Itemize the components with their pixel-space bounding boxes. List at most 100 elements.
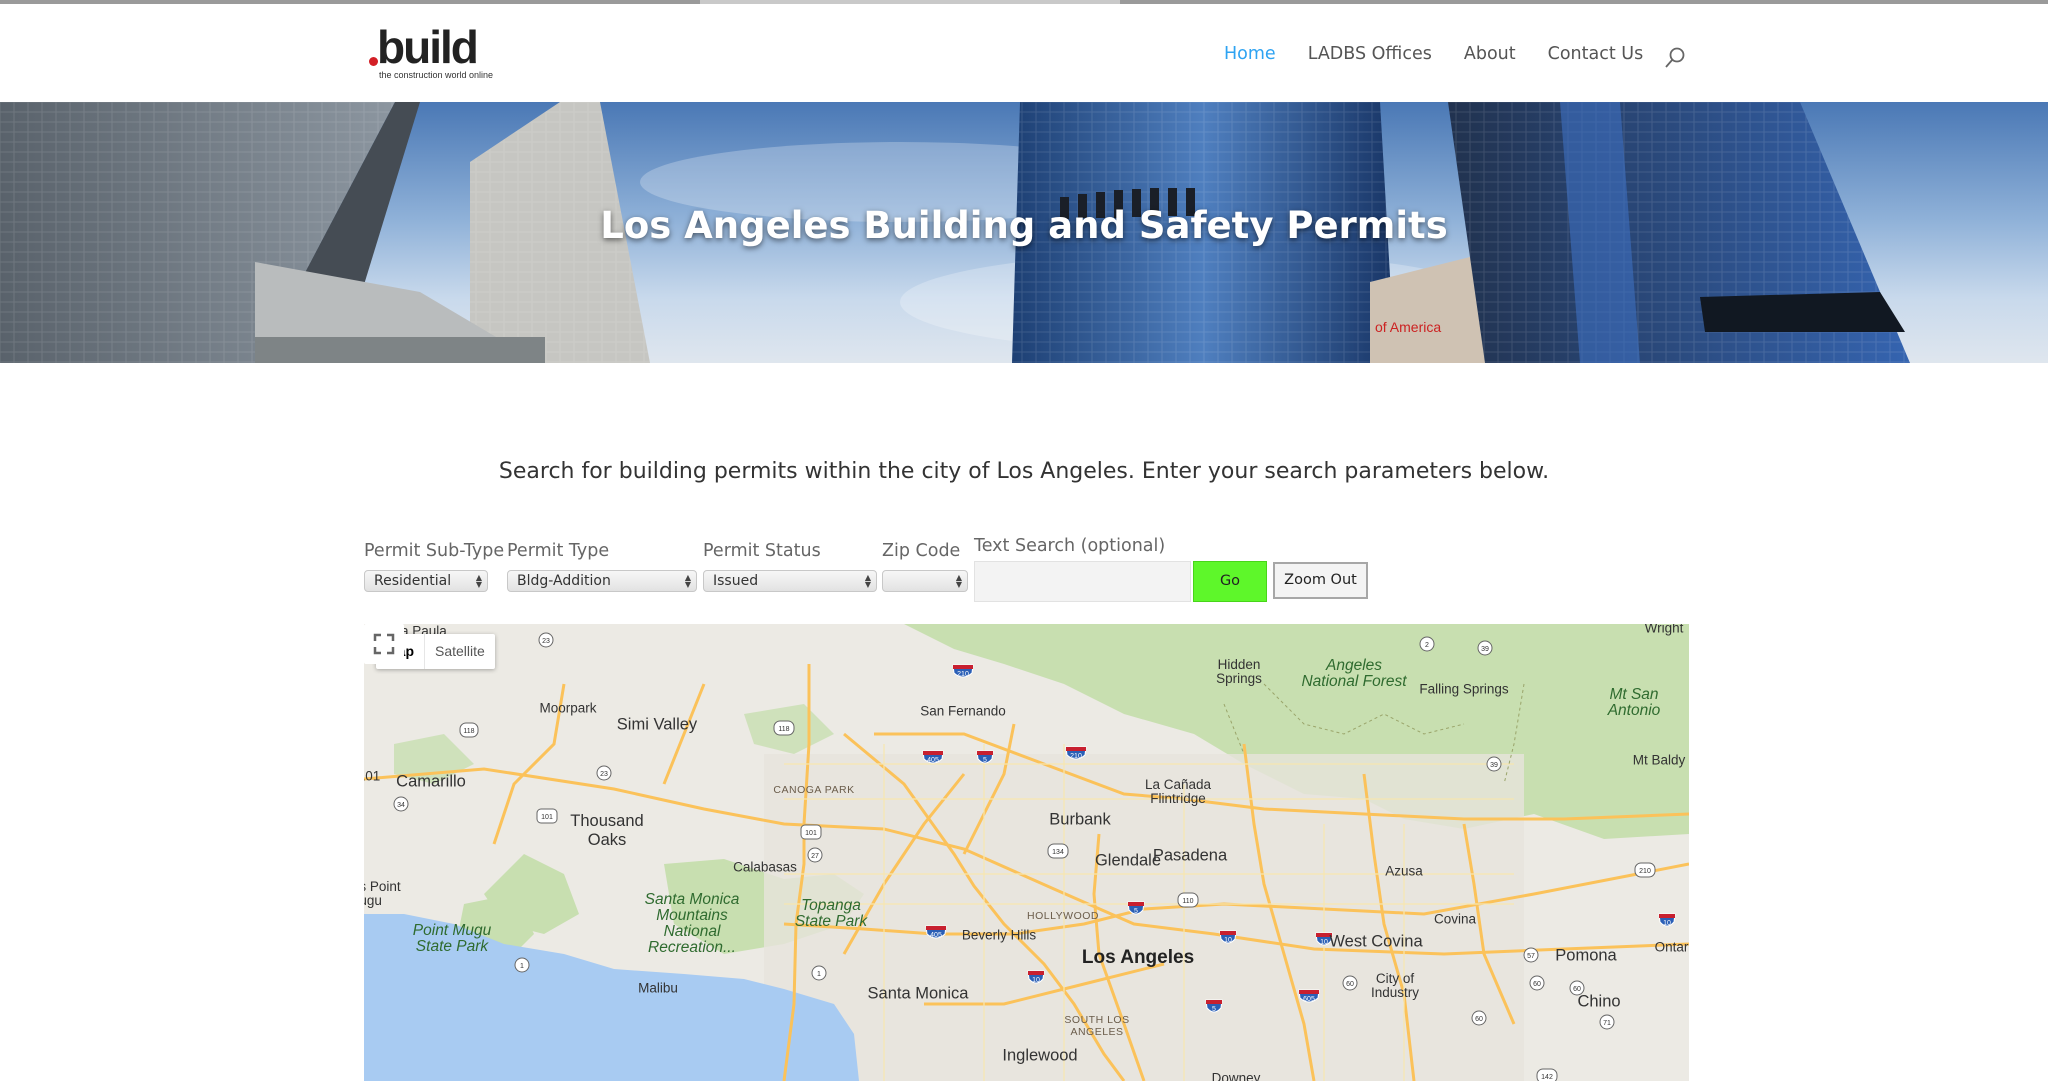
map-label-topanga: Topanga State Park (794, 897, 868, 930)
interstate-shield-icon: 10 (1027, 970, 1045, 984)
svg-text:110: 110 (1182, 898, 1193, 905)
svg-text:5: 5 (983, 757, 987, 764)
map-label-city-of-industry: City of Industry (1370, 971, 1420, 1000)
nav-contact-us[interactable]: Contact Us (1548, 44, 1644, 64)
map-label-chino: Chino (1577, 992, 1621, 1011)
highway-shield-icon: 134 (1047, 843, 1069, 859)
svg-text:39: 39 (1490, 762, 1498, 769)
nav-about[interactable]: About (1464, 44, 1516, 64)
svg-text:23: 23 (542, 638, 550, 645)
svg-text:405: 405 (930, 932, 942, 939)
svg-text:60: 60 (1533, 981, 1541, 988)
map-label-burbank: Burbank (1049, 810, 1111, 829)
highway-shield-icon: 60 (1342, 975, 1358, 991)
map-label-mt-san-antonio: Mt San Antonio (1607, 686, 1661, 719)
logo-tagline: the construction world online (379, 70, 494, 80)
svg-text:118: 118 (778, 726, 789, 733)
map-label-point-mugu: s Point ugu (364, 879, 401, 908)
building-sign: of America (1375, 319, 1441, 335)
svg-text:101: 101 (541, 814, 553, 821)
main-nav: Home LADBS Offices About Contact Us (1224, 44, 1643, 64)
svg-text:34: 34 (397, 802, 405, 809)
permit-status-value: Issued (713, 573, 759, 589)
map-label-simi-valley: Simi Valley (616, 715, 698, 734)
site-logo[interactable]: build the construction world online (367, 21, 507, 84)
permit-type-select[interactable]: Bldg-Addition ▲ ▼ (507, 570, 697, 592)
svg-text:5: 5 (1212, 1006, 1216, 1013)
permit-subtype-value: Residential (374, 573, 452, 589)
map-label-falling-springs: Falling Springs (1419, 681, 1509, 697)
interstate-shield-icon: 10 (1219, 930, 1237, 944)
svg-text:10: 10 (1224, 937, 1232, 944)
select-arrows-icon: ▲ ▼ (864, 573, 871, 589)
highway-shield-icon: 2 (1419, 636, 1435, 652)
svg-text:134: 134 (1052, 849, 1064, 856)
interstate-shield-icon: 210 (1065, 746, 1087, 760)
highway-shield-icon: 71 (1599, 1014, 1615, 1030)
map-label-la-canada: La Cañada Flintridge (1144, 777, 1212, 806)
map-label-inglewood: Inglewood (1002, 1046, 1078, 1065)
interstate-shield-icon: 5 (1127, 901, 1145, 915)
map-label-covina: Covina (1433, 911, 1477, 927)
svg-text:118: 118 (463, 728, 474, 735)
highway-shield-icon: 1 (811, 965, 827, 981)
map-label-angeles-forest: Angeles National Forest (1301, 657, 1407, 690)
map-label-smm-recreation: Santa Monica Mountains National Recreati… (644, 891, 740, 956)
hero-banner: of America Los Angeles Building and Safe… (0, 102, 2048, 363)
svg-text:71: 71 (1603, 1020, 1611, 1027)
svg-text:23: 23 (600, 771, 608, 778)
logo-word: build (377, 21, 479, 73)
map-label-hidden-springs: Hidden Springs (1216, 657, 1262, 686)
select-arrows-icon: ▲ ▼ (475, 573, 482, 589)
go-button[interactable]: Go (1193, 561, 1267, 602)
map-label-glendale: Glendale (1094, 851, 1162, 870)
zip-code-select[interactable]: ▲ ▼ (882, 570, 968, 592)
site-header: build the construction world online Home… (0, 4, 2048, 103)
svg-text:101: 101 (805, 830, 817, 837)
highway-shield-icon: 210 (1634, 862, 1656, 878)
permit-map[interactable]: 23 118 23 34 101 101 27 1 1 210 405 5 21… (364, 624, 1689, 1081)
map-type-satellite-button[interactable]: Satellite (425, 634, 495, 669)
text-search-label: Text Search (optional) (974, 536, 1166, 556)
map-label-san-fernando: San Fernando (920, 703, 1006, 719)
highway-shield-icon: 101 (800, 824, 822, 840)
map-label-canoga-park: CANOGA PARK (773, 784, 855, 796)
page-title: Los Angeles Building and Safety Permits (600, 204, 1448, 247)
permit-type-value: Bldg-Addition (517, 573, 611, 589)
svg-text:1: 1 (817, 971, 821, 978)
svg-text:60: 60 (1346, 981, 1354, 988)
svg-text:405: 405 (927, 757, 939, 764)
map-label-calabasas: Calabasas (733, 859, 797, 875)
permit-status-select[interactable]: Issued ▲ ▼ (703, 570, 877, 592)
nav-ladbs-offices[interactable]: LADBS Offices (1308, 44, 1432, 64)
map-label-los-angeles: Los Angeles (1081, 947, 1195, 968)
svg-text:27: 27 (811, 853, 819, 860)
nav-home[interactable]: Home (1224, 44, 1276, 64)
map-label-malibu: Malibu (638, 980, 678, 996)
permit-type-label: Permit Type (507, 541, 610, 561)
svg-text:10: 10 (1320, 939, 1328, 946)
permit-status-label: Permit Status (703, 541, 821, 561)
svg-text:60: 60 (1475, 1016, 1483, 1023)
interstate-shield-icon: 405 (925, 925, 947, 939)
svg-text:10: 10 (1032, 977, 1040, 984)
zoom-out-button[interactable]: Zoom Out (1273, 562, 1368, 599)
highway-shield-icon: 57 (1523, 947, 1539, 963)
map-label-moorpark: Moorpark (539, 700, 597, 716)
svg-text:57: 57 (1527, 953, 1535, 960)
search-icon[interactable] (1664, 47, 1686, 69)
svg-text:210: 210 (1070, 753, 1082, 760)
fullscreen-icon[interactable] (364, 624, 404, 664)
highway-shield-icon: 34 (393, 796, 409, 812)
map-label-south-la: SOUTH LOS ANGELES (1064, 1014, 1130, 1038)
map-label-wright: Wright (1644, 624, 1684, 636)
svg-text:142: 142 (1541, 1074, 1553, 1081)
permit-subtype-select[interactable]: Residential ▲ ▼ (364, 570, 488, 592)
interstate-shield-icon: 5 (1205, 999, 1223, 1013)
intro-text: Search for building permits within the c… (498, 459, 1550, 484)
map-label-101: 101 (364, 768, 381, 784)
text-search-input[interactable] (974, 561, 1191, 602)
highway-shield-icon: 118 (459, 722, 479, 738)
map-label-thousand-oaks: Thousand Oaks (570, 812, 644, 849)
highway-shield-icon: 23 (538, 632, 554, 648)
